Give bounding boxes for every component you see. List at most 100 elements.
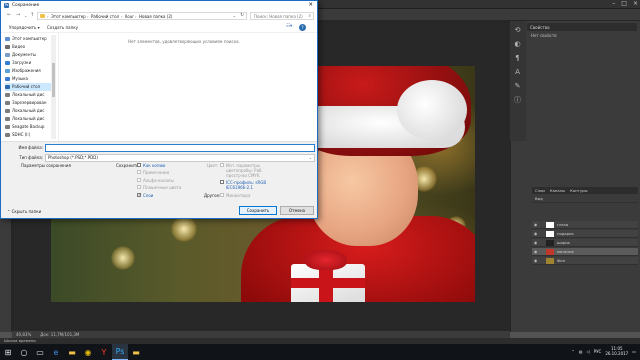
empty-folder-message: Нет элементов, удовлетворяющих условиям …: [128, 39, 240, 44]
navigation-pane-scroll-thumb[interactable]: [52, 63, 55, 97]
nav-item-label: Изображения: [12, 68, 41, 73]
up-arrow-icon[interactable]: ↑: [30, 12, 34, 18]
start-windows-icon[interactable]: ⊞: [0, 344, 16, 360]
chevron-up-icon: ⌃: [7, 209, 11, 214]
cancel-button[interactable]: Отмена: [280, 206, 314, 215]
breadcrumb-ilour[interactable]: Ilour: [125, 14, 134, 19]
edge-browser-icon[interactable]: e: [48, 344, 64, 360]
adjustments-panel-icon[interactable]: ◐: [513, 40, 522, 49]
help-icon[interactable]: ?: [299, 24, 306, 31]
explorer-window-icon[interactable]: ▬: [128, 344, 144, 360]
as-copy-checkbox[interactable]: [137, 163, 141, 167]
search-icon[interactable]: ○: [16, 344, 32, 360]
chrome-icon[interactable]: ◉: [80, 344, 96, 360]
recent-locations-chevron-icon[interactable]: ⌄: [24, 13, 27, 18]
refresh-icon[interactable]: ↻: [240, 13, 244, 18]
hide-folders-toggle[interactable]: ⌃ Скрыть папки: [7, 209, 41, 214]
breadcrumb-desktop[interactable]: Рабочий стол: [91, 14, 119, 19]
close-icon[interactable]: ×: [633, 1, 638, 7]
bokeh-light: [111, 246, 135, 270]
info-panel-icon[interactable]: ⓘ: [513, 96, 522, 105]
volume-icon[interactable]: ◁: [587, 349, 590, 354]
visibility-eye-icon[interactable]: ◉: [534, 230, 537, 238]
tab-paths[interactable]: Контуры: [570, 187, 587, 194]
nav-item[interactable]: Загрузки: [5, 59, 53, 67]
clock[interactable]: 11:05 26.10.2017: [605, 346, 628, 356]
tab-layers[interactable]: Слои: [535, 187, 545, 194]
filename-label: Имя файла:: [18, 145, 43, 150]
network-icon[interactable]: ▤: [579, 349, 583, 354]
language-indicator[interactable]: РУС: [594, 349, 602, 354]
photoshop-taskbar-icon[interactable]: Ps: [112, 344, 128, 360]
icc-profile-label-line2[interactable]: IEC61966-2.1: [226, 185, 253, 190]
layer-row[interactable]: ◉ глаза: [532, 221, 638, 229]
notifications-icon[interactable]: ▭: [632, 349, 636, 354]
layer-row[interactable]: ◉ шарик: [532, 239, 638, 247]
file-explorer-icon[interactable]: ▬: [64, 344, 80, 360]
layers-panel-tabs: Слои Каналы Контуры: [532, 187, 638, 194]
file-list-pane[interactable]: Нет элементов, удовлетворяющих условиям …: [58, 33, 317, 141]
layers-label[interactable]: Слои: [143, 193, 153, 198]
dialog-titlebar[interactable]: Ps Сохранение ✕: [1, 1, 317, 10]
properties-panel-title[interactable]: Свойства: [527, 23, 637, 31]
close-icon[interactable]: ✕: [308, 2, 313, 8]
forward-arrow-icon[interactable]: →: [16, 12, 20, 18]
nav-item[interactable]: Видео: [5, 43, 53, 51]
nav-item[interactable]: Документы: [5, 51, 53, 59]
nav-item[interactable]: Локальный дис: [5, 115, 53, 123]
gift-ribbon: [291, 278, 365, 288]
nav-item-label: Зарезервирован: [12, 100, 47, 105]
nav-item-label: Локальный дис: [12, 92, 45, 97]
right-panels: [510, 21, 640, 332]
layers-checkbox[interactable]: ✓: [137, 193, 141, 197]
tray-chevron-icon[interactable]: ⌃: [571, 349, 574, 354]
nav-item-label: Документы: [12, 52, 36, 57]
maximize-icon[interactable]: □: [621, 1, 627, 7]
chevron-down-icon: ⌄: [308, 155, 312, 160]
layer-row[interactable]: ◉ подарок: [532, 230, 638, 238]
back-arrow-icon[interactable]: ←: [7, 12, 11, 18]
visibility-eye-icon[interactable]: ◉: [534, 257, 537, 265]
view-options-icon[interactable]: ☷▾: [286, 24, 292, 29]
brush-panel-icon[interactable]: ✎: [513, 82, 522, 91]
visibility-eye-icon[interactable]: ◉: [534, 248, 537, 256]
nav-item[interactable]: Изображения: [5, 67, 53, 75]
history-panel-icon[interactable]: ⟲: [513, 26, 522, 35]
nav-item-label: Музыка: [12, 76, 28, 81]
nav-item[interactable]: Рабочий стол: [5, 83, 53, 91]
visibility-eye-icon[interactable]: ◉: [534, 221, 537, 229]
search-icon[interactable]: ⌕: [308, 13, 311, 19]
nav-item[interactable]: Зарезервирован: [5, 99, 53, 107]
minimize-icon[interactable]: –: [612, 1, 615, 7]
tab-channels[interactable]: Каналы: [550, 187, 565, 194]
organize-button[interactable]: Упорядочить ▾: [9, 25, 40, 30]
paragraph-panel-icon[interactable]: ¶: [513, 54, 522, 63]
filename-input[interactable]: [45, 144, 315, 152]
icc-profile-checkbox[interactable]: [220, 180, 224, 184]
breadcrumb-this-pc[interactable]: Этот компьютер: [51, 14, 86, 19]
breadcrumb-new-folder[interactable]: Новая папка (2): [139, 14, 172, 19]
zoom-level[interactable]: 40,83%: [16, 332, 31, 337]
layer-row-active[interactable]: ◉ мальчик: [532, 248, 638, 256]
nav-item[interactable]: Этот компьютер: [5, 35, 53, 43]
nav-item[interactable]: SDHC (I:): [5, 131, 53, 139]
new-folder-button[interactable]: Создать папку: [47, 25, 78, 30]
character-panel-icon[interactable]: A: [513, 68, 522, 77]
nav-item[interactable]: Локальный дис: [5, 107, 53, 115]
visibility-eye-icon[interactable]: ◉: [534, 239, 537, 247]
nav-item[interactable]: Музыка: [5, 75, 53, 83]
filetype-select[interactable]: Photoshop (*.PSD;*.PDD) ⌄: [45, 154, 315, 162]
layers-kind-filter[interactable]: Вид: [535, 195, 543, 203]
yandex-browser-icon[interactable]: Y: [96, 344, 112, 360]
address-dropdown-icon[interactable]: ⌄: [233, 13, 236, 18]
search-box[interactable]: Поиск: Новая папка (2) ⌕: [250, 12, 314, 20]
nav-item[interactable]: Локальный дис: [5, 91, 53, 99]
nav-item[interactable]: Seagate Backup: [5, 123, 53, 131]
address-bar[interactable]: › Этот компьютер › Рабочий стол › Ilour …: [37, 12, 247, 20]
alpha-channels-label: Альфа-каналы: [143, 178, 174, 183]
task-view-icon[interactable]: ▭: [32, 344, 48, 360]
as-copy-label[interactable]: Как копию: [143, 163, 165, 168]
drive-icon: [5, 125, 10, 129]
save-button[interactable]: Сохранить: [239, 206, 277, 215]
layer-row[interactable]: ◉ Фон: [532, 257, 638, 265]
